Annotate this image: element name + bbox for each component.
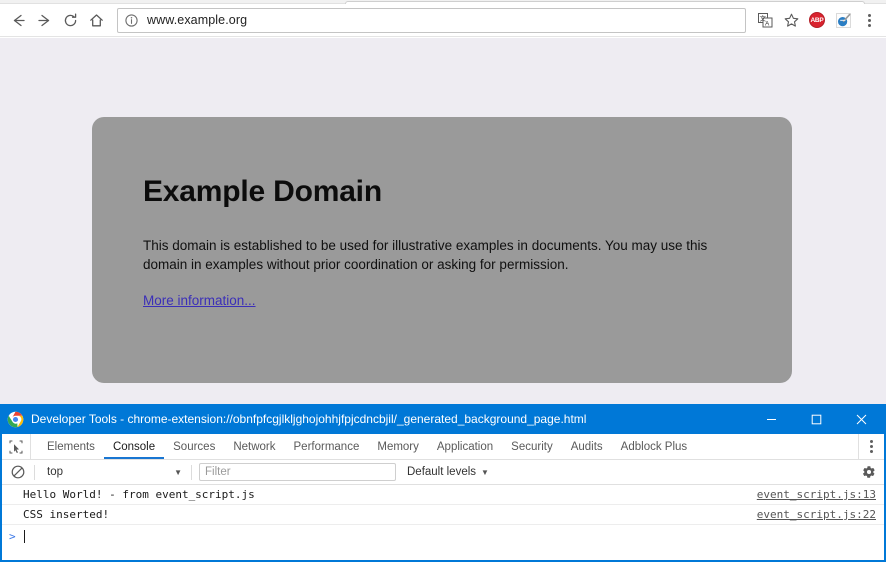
kebab-glyph [867,13,871,27]
more-information-link[interactable]: More information... [143,293,256,308]
extension-icon[interactable] [830,7,856,33]
page-viewport: Example Domain This domain is establishe… [0,38,886,404]
tab-console[interactable]: Console [104,434,164,459]
log-levels-select[interactable]: Default levels ▼ [407,466,489,478]
info-circle-icon[interactable] [124,13,139,28]
devtools-more-icon[interactable] [858,434,884,459]
window-controls [749,404,884,434]
back-icon[interactable] [5,7,31,33]
abp-badge: ABP [809,12,825,28]
chrome-logo-icon [7,411,24,428]
page-title: Example Domain [143,175,382,208]
adblock-plus-icon[interactable]: ABP [804,7,830,33]
page-content-box: Example Domain This domain is establishe… [92,117,792,383]
forward-icon[interactable] [31,7,57,33]
console-filter-input[interactable] [199,463,396,481]
page-paragraph: This domain is established to be used fo… [143,238,708,272]
tab-application[interactable]: Application [428,434,502,459]
maximize-icon[interactable] [794,404,839,434]
tab-network[interactable]: Network [224,434,284,459]
console-prompt[interactable]: > [2,525,884,547]
devtools-tab-list: Elements Console Sources Network Perform… [31,434,858,459]
console-output[interactable]: Hello World! - from event_script.js even… [2,485,884,558]
console-message-text: Hello World! - from event_script.js [23,488,255,501]
bookmark-star-icon[interactable] [778,7,804,33]
tab-audits[interactable]: Audits [562,434,612,459]
svg-text:A: A [765,20,770,27]
tab-adblock-plus[interactable]: Adblock Plus [612,434,696,459]
execution-context-value: top [47,466,63,478]
tab-memory[interactable]: Memory [368,434,428,459]
toolbar-divider [34,464,35,480]
browser-toolbar: www.example.org 文 A ABP [0,4,886,37]
console-message-text: CSS inserted! [23,508,110,521]
tab-sources[interactable]: Sources [164,434,224,459]
devtools-tabbar: Elements Console Sources Network Perform… [2,434,884,460]
chrome-menu-icon[interactable] [856,7,882,33]
tab-security[interactable]: Security [502,434,562,459]
prompt-arrow-icon: > [9,529,16,543]
chevron-down-icon: ▼ [481,467,489,477]
toolbar-divider-2 [191,464,192,480]
home-icon[interactable] [83,7,109,33]
reload-icon[interactable] [57,7,83,33]
clear-console-icon[interactable] [6,460,30,484]
text-cursor [23,529,25,543]
url-text: www.example.org [147,13,248,27]
console-settings-icon[interactable] [862,465,876,479]
tab-elements[interactable]: Elements [38,434,104,459]
browser-window: www.example.org 文 A ABP Example Domain T… [0,0,886,404]
devtools-title: Developer Tools - chrome-extension://obn… [31,412,587,426]
console-message-row[interactable]: CSS inserted! event_script.js:22 [2,505,884,525]
devtools-window: Developer Tools - chrome-extension://obn… [0,404,886,562]
console-source-link[interactable]: event_script.js:22 [757,508,876,521]
devtools-titlebar: Developer Tools - chrome-extension://obn… [2,404,884,434]
console-filterbar: top ▼ Default levels ▼ [2,460,884,485]
log-levels-label: Default levels [407,466,477,478]
kebab-glyph [870,440,873,453]
console-source-link[interactable]: event_script.js:13 [757,488,876,501]
inspect-element-icon[interactable] [2,434,31,459]
tab-performance[interactable]: Performance [285,434,369,459]
execution-context-select[interactable]: top ▼ [39,463,187,482]
close-icon[interactable] [839,404,884,434]
console-message-row[interactable]: Hello World! - from event_script.js even… [2,485,884,505]
translate-icon[interactable]: 文 A [752,7,778,33]
minimize-icon[interactable] [749,404,794,434]
chevron-down-icon: ▼ [174,467,182,477]
address-bar[interactable]: www.example.org [117,7,746,33]
